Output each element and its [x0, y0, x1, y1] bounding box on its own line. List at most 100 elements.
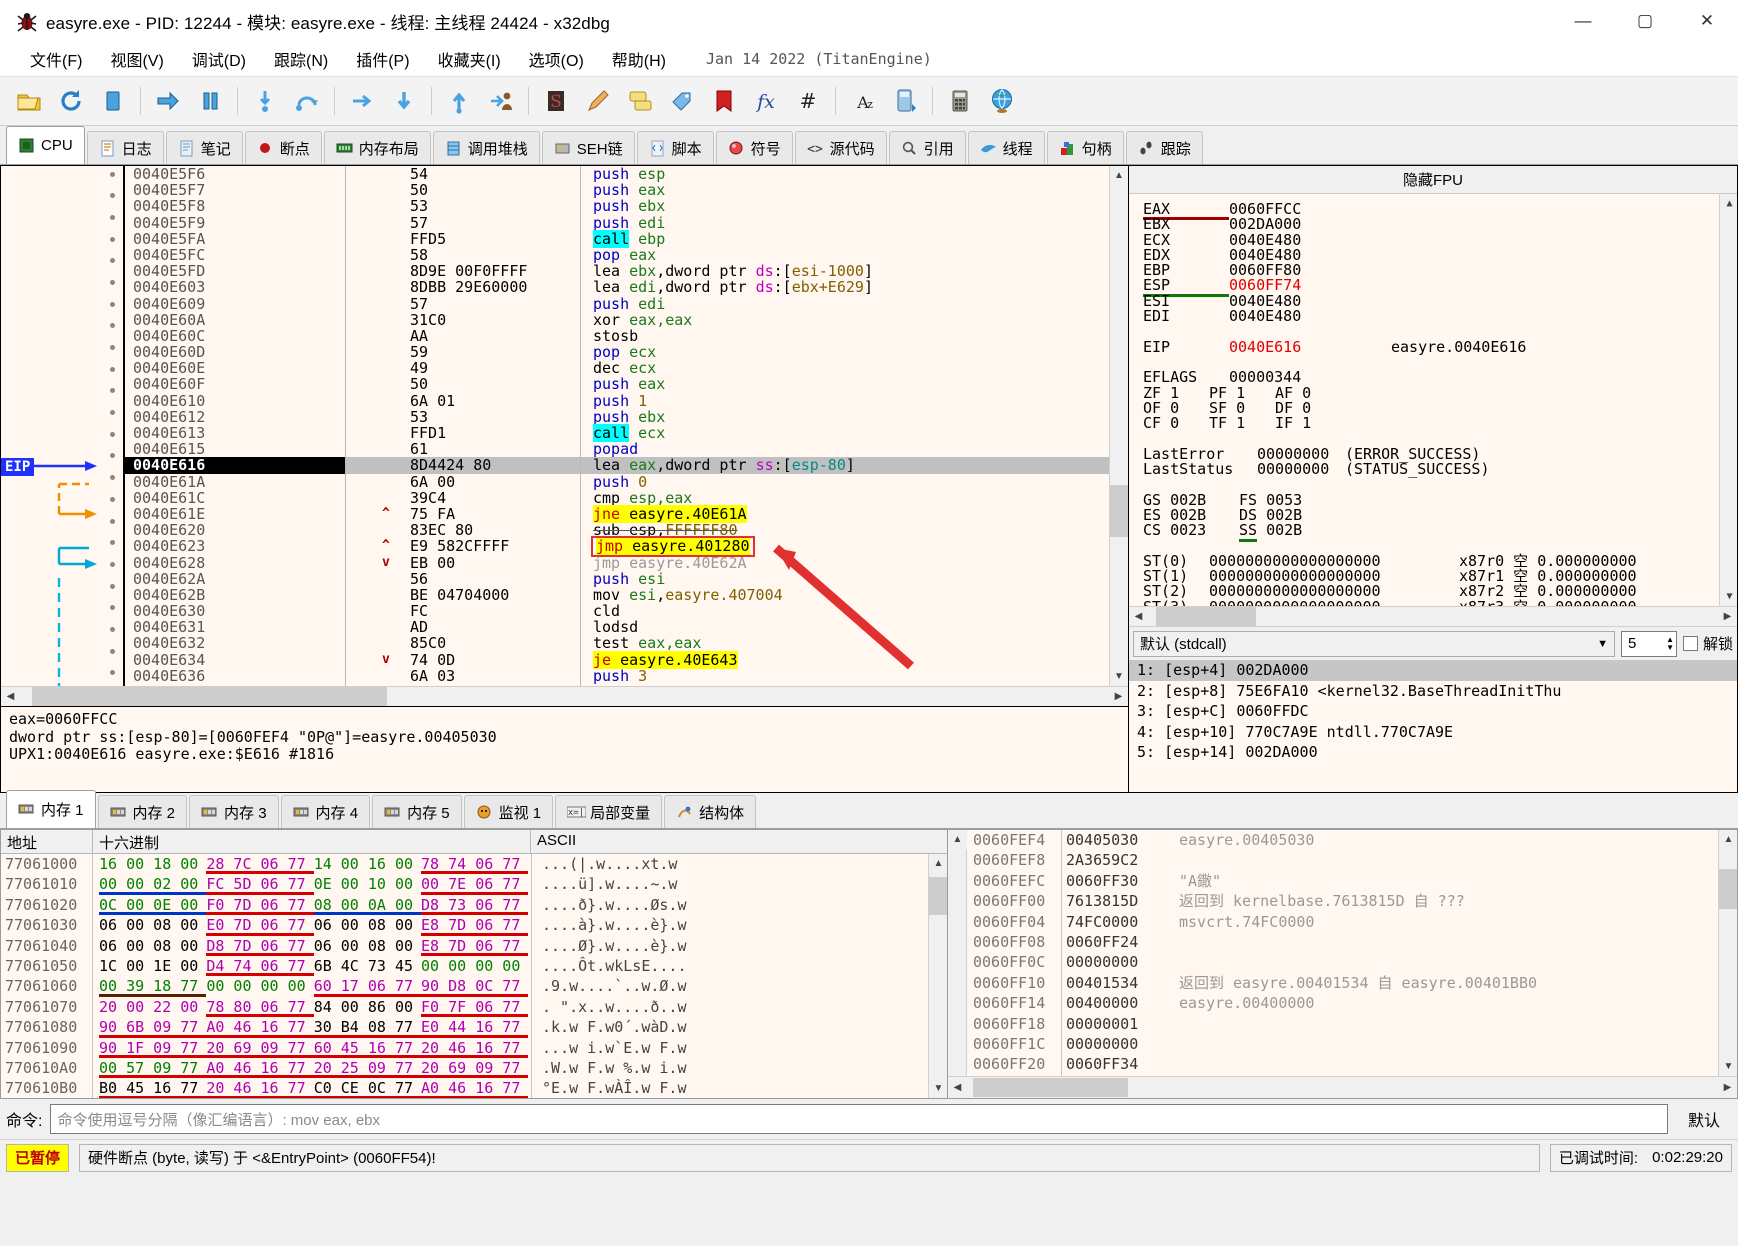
- disassembly-horizontal-scrollbar[interactable]: ◀ ▶: [1, 686, 1128, 706]
- stack-scroll-up-button[interactable]: ▲: [948, 830, 967, 849]
- maximize-button[interactable]: ▢: [1614, 0, 1676, 42]
- tab-seh[interactable]: SEH链: [542, 131, 635, 164]
- breakpoint-dot[interactable]: [101, 670, 123, 686]
- breakpoint-dot[interactable]: [101, 172, 123, 188]
- dump-hex-group[interactable]: 20 69 09 77: [421, 1058, 528, 1078]
- disasm-address[interactable]: 0040E610: [125, 393, 345, 409]
- disasm-instruction[interactable]: jne easyre.40E61A: [581, 506, 1109, 522]
- segments-row[interactable]: GS 002BFS 0053: [1143, 493, 1737, 508]
- restart-icon[interactable]: [52, 82, 90, 120]
- flag[interactable]: IF 1: [1275, 416, 1341, 431]
- disasm-instruction[interactable]: push edi: [581, 215, 1109, 231]
- breakpoint-dot[interactable]: [101, 367, 123, 383]
- st-row[interactable]: ST(3)0000000000000000000x87r3 空 0.000000…: [1143, 600, 1737, 606]
- calling-convention-select[interactable]: 默认 (stdcall) ▼: [1133, 631, 1615, 657]
- dump-ascii[interactable]: . ".x..w....ð..w: [531, 997, 687, 1017]
- tab-references[interactable]: 引用: [889, 131, 966, 164]
- stack-row[interactable]: 0060FF200060FF34: [967, 1054, 1718, 1074]
- disasm-instruction[interactable]: test eax,eax: [581, 635, 1109, 651]
- disasm-address[interactable]: 0040E5F9: [125, 215, 345, 231]
- register-value[interactable]: 0040E480: [1229, 309, 1391, 324]
- disasm-instruction[interactable]: call ecx: [581, 425, 1109, 441]
- tab-memory-map[interactable]: 内存布局: [324, 131, 431, 164]
- dump-row[interactable]: 7706109090 1F 09 7720 69 09 7760 45 16 7…: [1, 1038, 928, 1058]
- stack-horizontal-scrollbar[interactable]: ◀ ▶: [948, 1076, 1737, 1098]
- step-into-icon[interactable]: [246, 82, 284, 120]
- lower-tab-6[interactable]: 监视 1: [464, 795, 554, 828]
- pause-icon[interactable]: [191, 82, 229, 120]
- register-spacer[interactable]: [1143, 477, 1737, 492]
- disasm-address[interactable]: 0040E612: [125, 409, 345, 425]
- dump-hex-group[interactable]: 90 6B 09 77: [99, 1017, 206, 1037]
- scroll-right-button[interactable]: ▶: [1109, 687, 1128, 706]
- disasm-instruction[interactable]: lodsd: [581, 619, 1109, 635]
- disasm-instruction[interactable]: pop ecx: [581, 684, 1109, 686]
- disasm-bytes[interactable]: 8D4424 80: [346, 457, 580, 473]
- disasm-bytes[interactable]: 53: [346, 409, 580, 425]
- disasm-bytes[interactable]: 56: [346, 571, 580, 587]
- stack-value[interactable]: 00401534: [1061, 973, 1169, 993]
- dump-row[interactable]: 7706104006 00 08 00D8 7D 06 7706 00 08 0…: [1, 936, 928, 956]
- stack-value[interactable]: 00405030: [1061, 830, 1169, 850]
- menu-item-file[interactable]: 文件(F): [16, 43, 96, 75]
- breakpoint-dot[interactable]: [101, 323, 123, 339]
- dump-hex-group[interactable]: 20 25 09 77: [314, 1058, 421, 1078]
- disasm-address[interactable]: 0040E620: [125, 522, 345, 538]
- dump-ascii[interactable]: .k.w F.w0´.wàD.w: [531, 1017, 687, 1037]
- disasm-instruction[interactable]: lea edi,dword ptr ds:[ebx+E629]: [581, 279, 1109, 295]
- hash-icon[interactable]: #: [789, 82, 827, 120]
- dump-hex-group[interactable]: FC 5D 06 77: [206, 874, 313, 894]
- tab-handles[interactable]: 句柄: [1047, 131, 1124, 164]
- disassembly-vertical-scrollbar[interactable]: ▲ ▼: [1109, 166, 1128, 686]
- disasm-address[interactable]: 0040E615: [125, 441, 345, 457]
- breakpoint-dot[interactable]: [101, 388, 123, 404]
- disasm-instruction[interactable]: push 3: [581, 668, 1109, 684]
- segments-row[interactable]: ES 002BDS 002B: [1143, 508, 1737, 523]
- dump-hex-group[interactable]: 60 45 16 77: [314, 1038, 421, 1058]
- dump-hex[interactable]: 16 00 18 0028 7C 06 7714 00 16 0078 74 0…: [93, 854, 531, 874]
- dump-col-hex[interactable]: 十六进制: [93, 830, 531, 853]
- command-input[interactable]: 命令使用逗号分隔（像汇编语言）: mov eax, ebx: [50, 1104, 1668, 1134]
- dump-hex[interactable]: 06 00 08 00D8 7D 06 7706 00 08 00E8 7D 0…: [93, 936, 531, 956]
- function-icon[interactable]: fx: [747, 82, 785, 120]
- dump-hex-group[interactable]: 90 D8 0C 77: [421, 976, 528, 996]
- disasm-bytes[interactable]: FFD1: [346, 425, 580, 441]
- breakpoint-dot[interactable]: [101, 519, 123, 535]
- dump-col-address[interactable]: 地址: [1, 830, 93, 853]
- disasm-bytes[interactable]: 50: [346, 376, 580, 392]
- opcode-bytes-column[interactable]: 54505357FFD5588D9E 00F0FFFF8DBB 29E60000…: [345, 166, 580, 686]
- disasm-address[interactable]: 0040E5FD: [125, 263, 345, 279]
- argument-row[interactable]: 1: [esp+4] 002DA000: [1129, 660, 1737, 681]
- tab-notes[interactable]: 笔记: [166, 131, 243, 164]
- register-value[interactable]: 0040E616: [1229, 340, 1391, 355]
- disasm-bytes[interactable]: 6A 00: [346, 474, 580, 490]
- argument-row[interactable]: 4: [esp+10] 770C7A9E ntdll.770C7A9E: [1129, 722, 1737, 743]
- stack-row[interactable]: 0060FF007613815D返回到 kernelbase.7613815D …: [967, 891, 1718, 911]
- disasm-address[interactable]: 0040E603: [125, 279, 345, 295]
- dump-scroll-up-button[interactable]: ▲: [929, 854, 947, 873]
- tab-threads[interactable]: 线程: [968, 131, 1045, 164]
- disasm-bytes[interactable]: 49: [346, 360, 580, 376]
- tab-breakpoints[interactable]: 断点: [245, 131, 322, 164]
- disasm-instruction[interactable]: push ebx: [581, 198, 1109, 214]
- tab-call-stack[interactable]: 调用堆栈: [433, 131, 540, 164]
- label-icon[interactable]: [663, 82, 701, 120]
- arg-count-stepper[interactable]: 5 ▲ ▼: [1621, 631, 1677, 657]
- dump-ascii[interactable]: ...(|.w....xt.w: [531, 854, 677, 874]
- calculator2-icon[interactable]: [886, 82, 924, 120]
- lower-tab-4[interactable]: 内存 4: [281, 795, 371, 828]
- disasm-bytes[interactable]: 39C4: [346, 490, 580, 506]
- stack-value[interactable]: 0060FF30: [1061, 871, 1169, 891]
- disasm-instruction[interactable]: lea ebx,dword ptr ds:[esi-1000]: [581, 263, 1109, 279]
- disasm-instruction[interactable]: push edi: [581, 296, 1109, 312]
- register-row-eip[interactable]: EIP0040E616easyre.0040E616: [1143, 340, 1737, 355]
- disasm-address[interactable]: 0040E61A: [125, 474, 345, 490]
- disasm-address[interactable]: 0040E60F: [125, 376, 345, 392]
- disasm-bytes[interactable]: ^75 FA: [346, 506, 580, 522]
- breakpoint-dot[interactable]: [101, 302, 123, 318]
- dump-row[interactable]: 7706101000 00 02 00FC 5D 06 770E 00 10 0…: [1, 874, 928, 894]
- disasm-bytes[interactable]: FFD5: [346, 231, 580, 247]
- dump-hex-group[interactable]: D8 7D 06 77: [206, 936, 313, 956]
- stack-row[interactable]: 0060FF080060FF24: [967, 932, 1718, 952]
- argument-row[interactable]: 3: [esp+C] 0060FFDC: [1129, 701, 1737, 722]
